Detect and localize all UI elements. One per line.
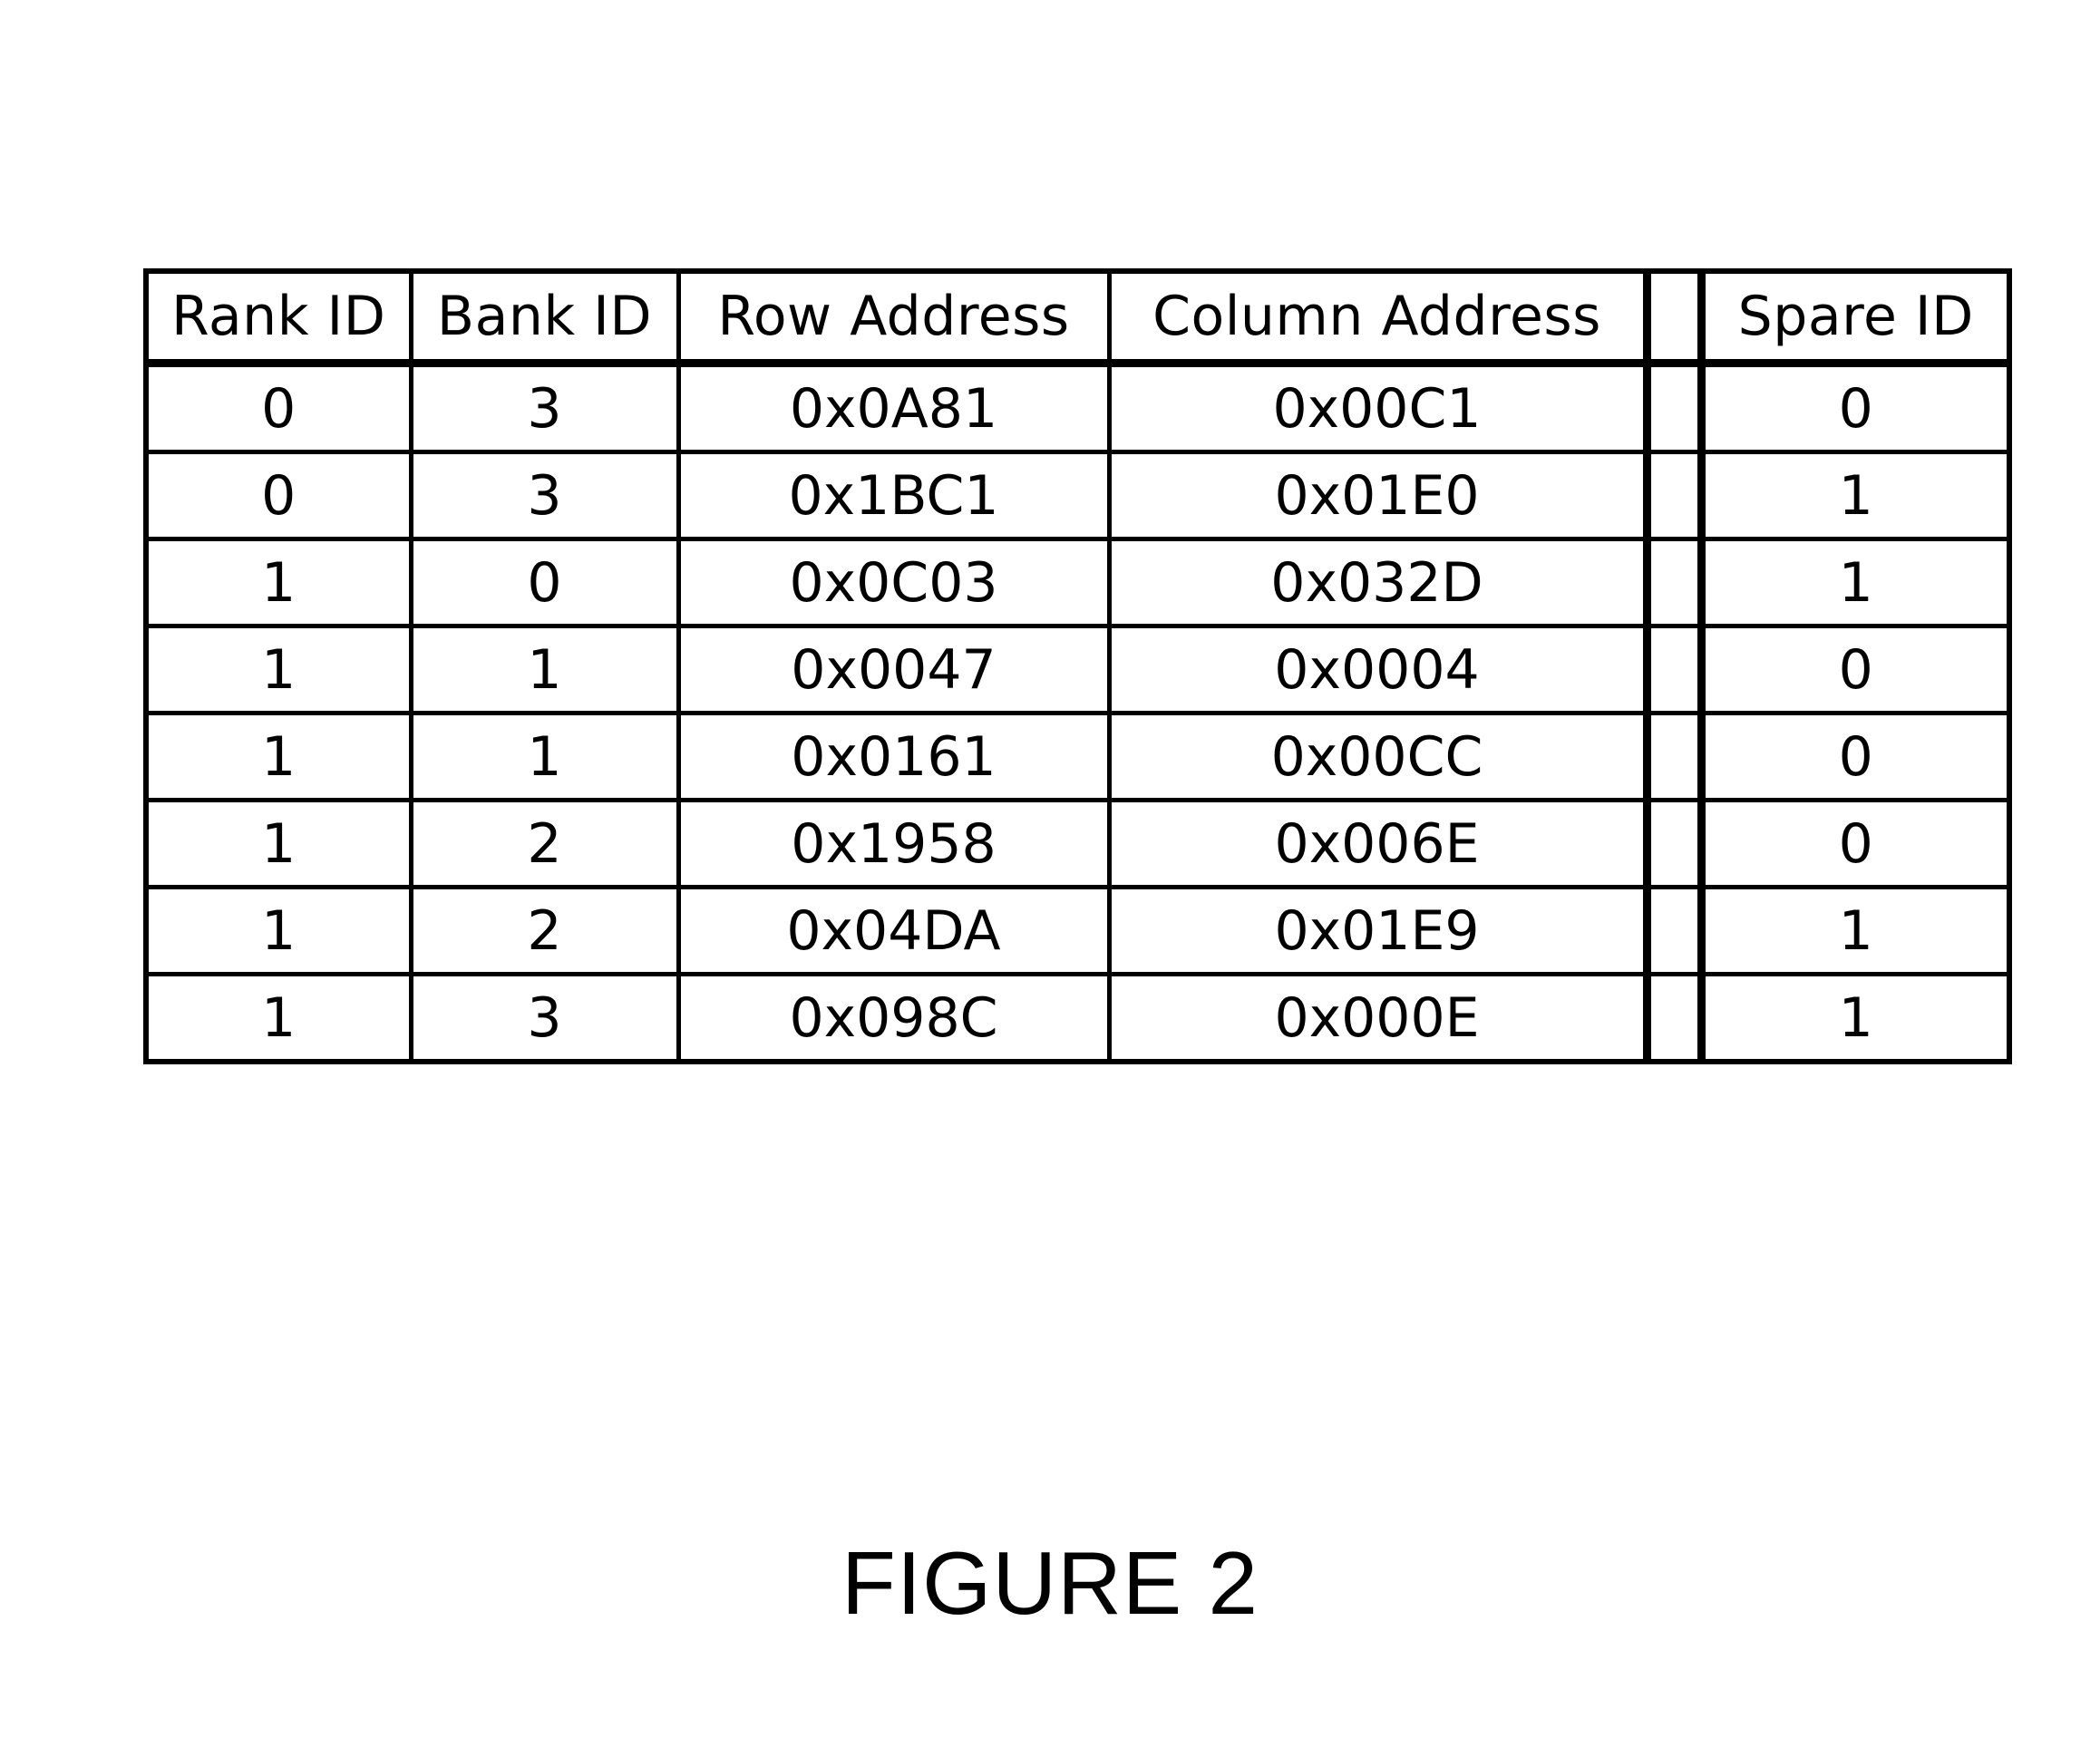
cell-column-address: 0x006E [1106, 798, 1649, 889]
cell-spare-id: 0 [1698, 711, 2012, 802]
cell-rank-id: 1 [143, 798, 413, 889]
table-row: 0 3 0x1BC1 0x01E0 1 [143, 450, 2012, 541]
cell-rank-id: 1 [143, 537, 413, 628]
table-body: 0 3 0x0A81 0x00C1 0 0 3 0x1BC1 0x01E0 1 … [143, 361, 2012, 1064]
cell-separator [1642, 972, 1706, 1064]
table-row: 1 1 0x0161 0x00CC 0 [143, 711, 2012, 802]
cell-rank-id: 0 [143, 450, 413, 541]
cell-row-address: 0x0161 [676, 711, 1112, 802]
cell-column-address: 0x00C1 [1106, 361, 1649, 454]
cell-bank-id: 3 [408, 972, 681, 1064]
table-row: 1 1 0x0047 0x0004 0 [143, 624, 2012, 715]
cell-separator [1642, 885, 1706, 976]
cell-row-address: 0x0047 [676, 624, 1112, 715]
cell-column-address: 0x01E0 [1106, 450, 1649, 541]
header-column-address: Column Address [1106, 268, 1649, 367]
cell-rank-id: 0 [143, 361, 413, 454]
cell-separator [1642, 711, 1706, 802]
cell-bank-id: 3 [408, 361, 681, 454]
cell-spare-id: 1 [1698, 450, 2012, 541]
cell-column-address: 0x032D [1106, 537, 1649, 628]
cell-rank-id: 1 [143, 624, 413, 715]
table-row: 1 2 0x04DA 0x01E9 1 [143, 885, 2012, 976]
cell-spare-id: 0 [1698, 361, 2012, 454]
cell-spare-id: 0 [1698, 624, 2012, 715]
cell-rank-id: 1 [143, 885, 413, 976]
cell-row-address: 0x1BC1 [676, 450, 1112, 541]
header-spare-id: Spare ID [1698, 268, 2012, 367]
cell-spare-id: 0 [1698, 798, 2012, 889]
cell-column-address: 0x0004 [1106, 624, 1649, 715]
header-row-address: Row Address [676, 268, 1112, 367]
header-bank-id: Bank ID [408, 268, 681, 367]
cell-separator [1642, 361, 1706, 454]
cell-row-address: 0x098C [676, 972, 1112, 1064]
cell-row-address: 0x04DA [676, 885, 1112, 976]
cell-separator [1642, 537, 1706, 628]
cell-column-address: 0x00CC [1106, 711, 1649, 802]
cell-rank-id: 1 [143, 972, 413, 1064]
cell-column-address: 0x01E9 [1106, 885, 1649, 976]
cell-row-address: 0x1958 [676, 798, 1112, 889]
cell-row-address: 0x0C03 [676, 537, 1112, 628]
cell-bank-id: 1 [408, 624, 681, 715]
table-row: 1 2 0x1958 0x006E 0 [143, 798, 2012, 889]
cell-spare-id: 1 [1698, 537, 2012, 628]
cell-bank-id: 2 [408, 798, 681, 889]
cell-column-address: 0x000E [1106, 972, 1649, 1064]
cell-rank-id: 1 [143, 711, 413, 802]
cell-row-address: 0x0A81 [676, 361, 1112, 454]
cell-spare-id: 1 [1698, 972, 2012, 1064]
cell-bank-id: 0 [408, 537, 681, 628]
header-rank-id: Rank ID [143, 268, 413, 367]
spare-mapping-table: Rank ID Bank ID Row Address Column Addre… [143, 268, 2012, 1064]
cell-separator [1642, 450, 1706, 541]
table-row: 1 0 0x0C03 0x032D 1 [143, 537, 2012, 628]
figure-caption: FIGURE 2 [841, 1533, 1259, 1633]
cell-separator [1642, 798, 1706, 889]
cell-bank-id: 2 [408, 885, 681, 976]
cell-bank-id: 1 [408, 711, 681, 802]
header-separator-column [1642, 268, 1706, 367]
cell-separator [1642, 624, 1706, 715]
spare-mapping-table-container: Rank ID Bank ID Row Address Column Addre… [143, 268, 2012, 1064]
cell-bank-id: 3 [408, 450, 681, 541]
table-header-row: Rank ID Bank ID Row Address Column Addre… [143, 268, 2012, 367]
table-row: 1 3 0x098C 0x000E 1 [143, 972, 2012, 1064]
cell-spare-id: 1 [1698, 885, 2012, 976]
table-row: 0 3 0x0A81 0x00C1 0 [143, 361, 2012, 454]
